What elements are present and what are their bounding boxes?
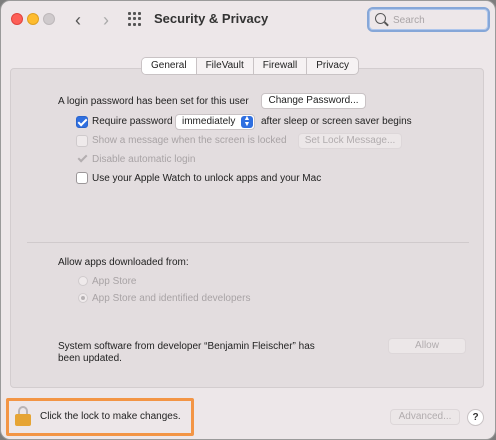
search-input[interactable] xyxy=(391,11,486,29)
zoom-window-button[interactable] xyxy=(43,13,55,25)
titlebar: ‹ › Security & Privacy xyxy=(1,1,495,39)
updown-chevron-icon: ▲ ▼ xyxy=(241,115,253,128)
chevron-left-icon[interactable]: ‹ xyxy=(69,10,87,30)
radio-app-store-identified-label: App Store and identified developers xyxy=(92,293,251,304)
lock-icon[interactable] xyxy=(15,406,31,426)
lock-text[interactable]: Click the lock to make changes. xyxy=(40,411,181,422)
tab-filevault[interactable]: FileVault xyxy=(195,58,253,74)
security-privacy-window: ‹ › Security & Privacy General FileVault… xyxy=(0,0,496,440)
apple-watch-checkbox[interactable] xyxy=(76,172,88,184)
close-window-button[interactable] xyxy=(11,13,23,25)
advanced-button[interactable]: Advanced... xyxy=(390,409,460,425)
disable-auto-login-label: Disable automatic login xyxy=(92,154,196,165)
set-lock-message-button[interactable]: Set Lock Message... xyxy=(298,133,402,149)
window-title: Security & Privacy xyxy=(154,11,269,26)
radio-app-store-label: App Store xyxy=(92,276,137,287)
system-software-message-line2: been updated. xyxy=(58,353,122,364)
minimize-window-button[interactable] xyxy=(27,13,39,25)
require-password-delay-select[interactable]: immediately ▲ ▼ xyxy=(175,114,255,130)
require-password-label: Require password xyxy=(92,116,173,127)
tab-firewall[interactable]: Firewall xyxy=(252,58,306,74)
radio-app-store-identified[interactable] xyxy=(78,293,88,303)
help-button[interactable]: ? xyxy=(467,409,484,426)
search-icon xyxy=(375,13,386,24)
search-field[interactable] xyxy=(367,7,490,32)
login-password-text: A login password has been set for this u… xyxy=(58,96,249,107)
show-message-label: Show a message when the screen is locked xyxy=(92,135,287,146)
require-password-delay-value: immediately xyxy=(182,116,236,127)
section-divider xyxy=(27,242,469,243)
show-message-checkbox[interactable] xyxy=(76,135,88,147)
tab-privacy[interactable]: Privacy xyxy=(306,58,358,74)
radio-app-store[interactable] xyxy=(78,276,88,286)
require-password-suffix: after sleep or screen saver begins xyxy=(261,116,412,127)
change-password-button[interactable]: Change Password... xyxy=(261,93,366,109)
system-software-message-line1: System software from developer “Benjamin… xyxy=(58,341,315,352)
disable-auto-login-checkbox[interactable] xyxy=(76,153,88,165)
require-password-checkbox[interactable] xyxy=(76,116,88,128)
allow-apps-heading: Allow apps downloaded from: xyxy=(58,257,189,268)
tab-bar: General FileVault Firewall Privacy xyxy=(141,57,359,75)
apple-watch-label: Use your Apple Watch to unlock apps and … xyxy=(92,173,322,184)
chevron-right-icon[interactable]: › xyxy=(97,10,115,30)
tab-general[interactable]: General xyxy=(142,58,196,74)
allow-button[interactable]: Allow xyxy=(388,338,466,354)
grid-icon[interactable] xyxy=(128,12,142,26)
